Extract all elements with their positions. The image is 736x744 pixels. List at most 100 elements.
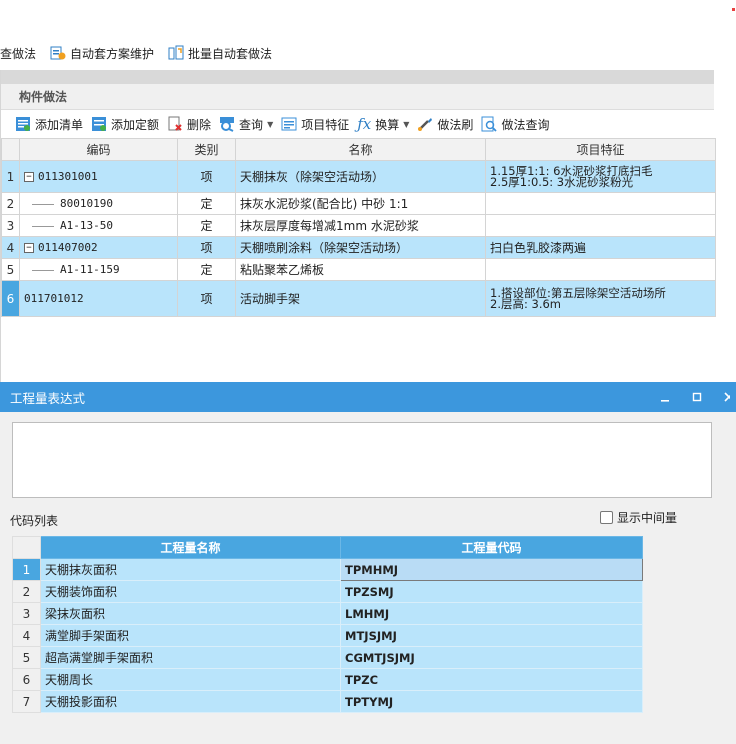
table-row[interactable]: 3 A1-13-50 定 抹灰层厚度每增减1mm 水泥砂浆 bbox=[1, 214, 716, 237]
add-list-button[interactable]: 添加清单 bbox=[15, 116, 83, 133]
header-quantity-code[interactable]: 工程量代码 bbox=[340, 536, 643, 559]
row-feature[interactable]: 1.搭设部位:第五层除架空活动场所 2.层高: 3.6m bbox=[485, 280, 716, 317]
row-type[interactable]: 项 bbox=[177, 160, 236, 193]
quantity-name[interactable]: 天棚装饰面积 bbox=[40, 580, 341, 603]
minimize-icon[interactable] bbox=[658, 390, 672, 404]
fx-icon: ƒx bbox=[357, 115, 372, 133]
row-type[interactable]: 定 bbox=[177, 192, 236, 215]
list-item[interactable]: 7 天棚投影面积 TPTYMJ bbox=[12, 690, 643, 713]
add-quota-button[interactable]: 添加定额 bbox=[91, 116, 159, 133]
quantity-name[interactable]: 天棚抹灰面积 bbox=[40, 558, 341, 581]
row-number: 5 bbox=[1, 258, 20, 281]
row-number: 2 bbox=[1, 192, 20, 215]
table-row[interactable]: 2 80010190 定 抹灰水泥砂浆(配合比) 中砂 1:1 bbox=[1, 192, 716, 215]
header-type[interactable]: 类别 bbox=[177, 138, 236, 161]
component-method-panel: 构件做法 添加清单 添加定额 删除 查询 ▼ 项目特征 ƒx 换算 ▼ 做法刷 … bbox=[0, 70, 716, 382]
quantity-name[interactable]: 天棚投影面积 bbox=[40, 690, 341, 713]
checkbox-box[interactable] bbox=[600, 511, 613, 524]
table-row[interactable]: 1 −011301001 项 天棚抹灰（除架空活动场） 1.15厚1:1: 6水… bbox=[1, 160, 716, 193]
row-code-cell[interactable]: A1-11-159 bbox=[19, 258, 178, 281]
row-number: 2 bbox=[12, 580, 41, 603]
row-type[interactable]: 项 bbox=[177, 280, 236, 317]
show-intermediate-label: 显示中间量 bbox=[617, 511, 678, 525]
method-query-icon bbox=[481, 116, 498, 132]
row-code-cell[interactable]: A1-13-50 bbox=[19, 214, 178, 237]
quantity-code[interactable]: MTJSJMJ bbox=[340, 624, 643, 647]
row-type[interactable]: 项 bbox=[177, 236, 236, 259]
table-row[interactable]: 6 011701012 项 活动脚手架 1.搭设部位:第五层除架空活动场所 2.… bbox=[1, 280, 716, 317]
quantity-name[interactable]: 满堂脚手架面积 bbox=[40, 624, 341, 647]
close-icon[interactable] bbox=[722, 390, 730, 404]
panel-top-strip bbox=[1, 70, 714, 84]
list-item[interactable]: 3 梁抹灰面积 LMHMJ bbox=[12, 602, 643, 625]
row-type[interactable]: 定 bbox=[177, 258, 236, 281]
table-row[interactable]: 5 A1-11-159 定 粘贴聚苯乙烯板 bbox=[1, 258, 716, 281]
list-item[interactable]: 4 满堂脚手架面积 MTJSJMJ bbox=[12, 624, 643, 647]
batch-auto-method-button[interactable]: 批量自动套做法 bbox=[166, 41, 274, 65]
expression-window-titlebar[interactable]: 工程量表达式 bbox=[0, 382, 736, 412]
row-name[interactable]: 粘贴聚苯乙烯板 bbox=[235, 258, 486, 281]
conversion-button[interactable]: ƒx 换算 ▼ bbox=[357, 115, 409, 133]
row-code-cell[interactable]: 80010190 bbox=[19, 192, 178, 215]
row-name[interactable]: 活动脚手架 bbox=[235, 280, 486, 317]
tree-collapse-toggle[interactable]: − bbox=[24, 172, 34, 182]
row-feature[interactable] bbox=[485, 258, 716, 281]
add-quota-icon bbox=[91, 116, 107, 132]
header-feature[interactable]: 项目特征 bbox=[485, 138, 716, 161]
conversion-dropdown-icon[interactable]: ▼ bbox=[403, 120, 409, 129]
row-name[interactable]: 抹灰水泥砂浆(配合比) 中砂 1:1 bbox=[235, 192, 486, 215]
row-feature[interactable]: 扫白色乳胶漆两遍 bbox=[485, 236, 716, 259]
quantity-name[interactable]: 超高满堂脚手架面积 bbox=[40, 646, 341, 669]
auto-scheme-maintain-label: 自动套方案维护 bbox=[70, 46, 155, 61]
auto-scheme-maintain-button[interactable]: 自动套方案维护 bbox=[48, 41, 156, 65]
expression-window-title: 工程量表达式 bbox=[10, 390, 86, 406]
method-query-button[interactable]: 做法查询 bbox=[481, 116, 549, 133]
expression-input[interactable] bbox=[12, 422, 712, 498]
header-blank bbox=[12, 536, 41, 559]
row-code-cell[interactable]: 011701012 bbox=[19, 280, 178, 317]
tree-collapse-toggle[interactable]: − bbox=[24, 243, 34, 253]
header-quantity-name[interactable]: 工程量名称 bbox=[40, 536, 341, 559]
row-name[interactable]: 抹灰层厚度每增减1mm 水泥砂浆 bbox=[235, 214, 486, 237]
row-code-cell[interactable]: −011407002 bbox=[19, 236, 178, 259]
show-intermediate-checkbox[interactable]: 显示中间量 bbox=[600, 509, 677, 526]
row-name[interactable]: 天棚喷刷涂料（除架空活动场） bbox=[235, 236, 486, 259]
quantity-code[interactable]: CGMTJSJMJ bbox=[340, 646, 643, 669]
tree-branch-line bbox=[32, 203, 54, 205]
quantity-code[interactable]: TPTYMJ bbox=[340, 690, 643, 713]
row-feature[interactable] bbox=[485, 192, 716, 215]
row-type[interactable]: 定 bbox=[177, 214, 236, 237]
quantity-name[interactable]: 天棚周长 bbox=[40, 668, 341, 691]
list-item[interactable]: 1 天棚抹灰面积 TPMHMJ bbox=[12, 558, 643, 581]
delete-button[interactable]: 删除 bbox=[167, 116, 211, 133]
batch-auto-method-label: 批量自动套做法 bbox=[188, 46, 273, 61]
row-name[interactable]: 天棚抹灰（除架空活动场） bbox=[235, 160, 486, 193]
feature-icon bbox=[281, 116, 297, 132]
maximize-icon[interactable] bbox=[690, 390, 704, 404]
row-number: 6 bbox=[1, 280, 20, 317]
check-method-button[interactable]: 查做法 bbox=[0, 41, 38, 65]
list-item[interactable]: 6 天棚周长 TPZC bbox=[12, 668, 643, 691]
quantity-name[interactable]: 梁抹灰面积 bbox=[40, 602, 341, 625]
quantity-code[interactable]: TPMHMJ bbox=[340, 558, 643, 581]
header-code[interactable]: 编码 bbox=[19, 138, 178, 161]
project-feature-button[interactable]: 项目特征 bbox=[281, 116, 349, 133]
list-item[interactable]: 5 超高满堂脚手架面积 CGMTJSJMJ bbox=[12, 646, 643, 669]
query-dropdown-icon[interactable]: ▼ bbox=[267, 120, 273, 129]
row-feature[interactable] bbox=[485, 214, 716, 237]
quantity-code[interactable]: TPZC bbox=[340, 668, 643, 691]
quantity-code[interactable]: TPZSMJ bbox=[340, 580, 643, 603]
conversion-label: 换算 bbox=[375, 117, 400, 132]
method-brush-button[interactable]: 做法刷 bbox=[417, 116, 473, 133]
top-toolbar: 查做法 自动套方案维护 批量自动套做法 bbox=[0, 38, 736, 68]
row-code: A1-13-50 bbox=[60, 219, 113, 232]
query-button[interactable]: 查询 ▼ bbox=[219, 116, 273, 133]
scheme-icon bbox=[50, 45, 66, 61]
header-name[interactable]: 名称 bbox=[235, 138, 486, 161]
quantity-code[interactable]: LMHMJ bbox=[340, 602, 643, 625]
row-code-cell[interactable]: −011301001 bbox=[19, 160, 178, 193]
check-method-label: 查做法 bbox=[0, 46, 37, 61]
row-feature[interactable]: 1.15厚1:1: 6水泥砂浆打底扫毛 2.5厚1:0.5: 3水泥砂浆粉光 bbox=[485, 160, 716, 193]
list-item[interactable]: 2 天棚装饰面积 TPZSMJ bbox=[12, 580, 643, 603]
table-row[interactable]: 4 −011407002 项 天棚喷刷涂料（除架空活动场） 扫白色乳胶漆两遍 bbox=[1, 236, 716, 259]
